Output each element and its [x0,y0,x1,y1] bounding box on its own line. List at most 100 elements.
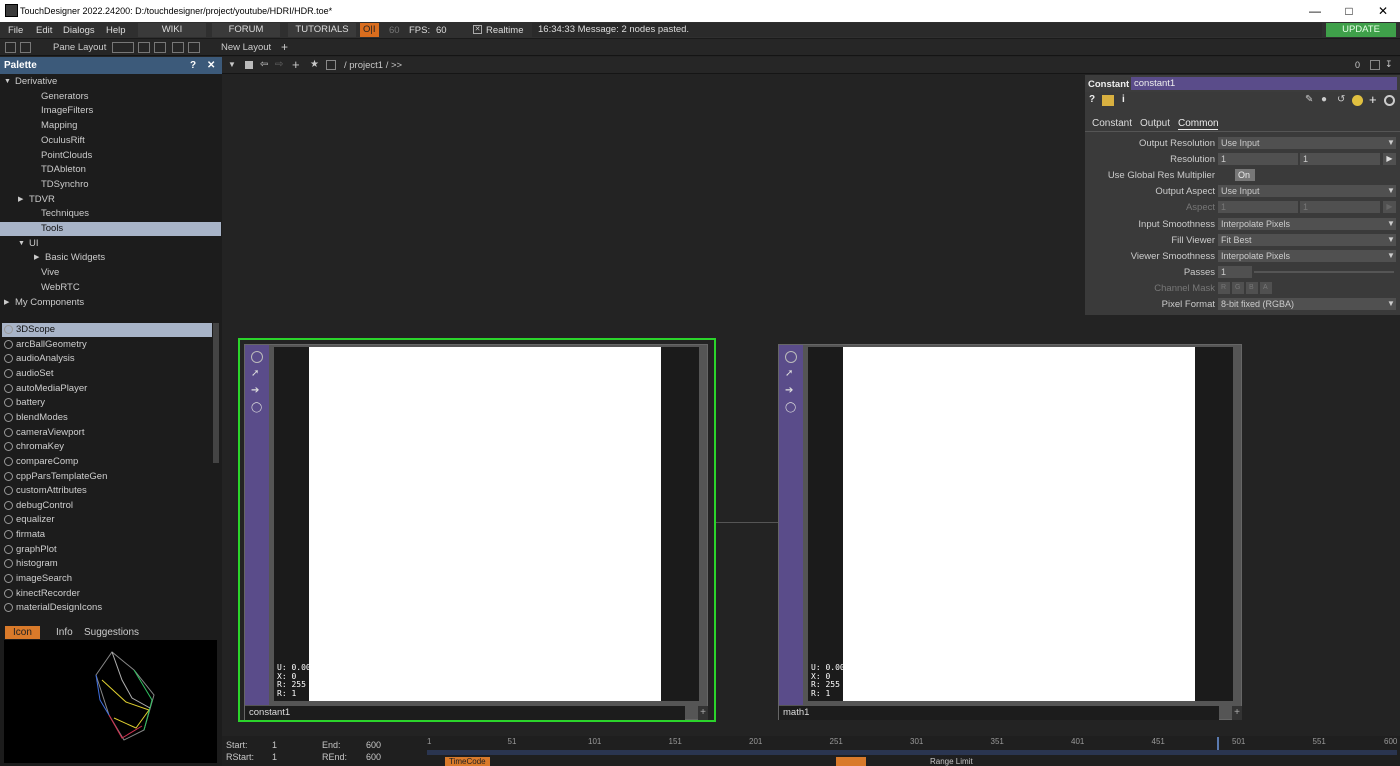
node-add-icon[interactable]: + [698,706,708,720]
component-histogram[interactable]: histogram [2,557,212,571]
dropdown-arrow-icon[interactable]: ▼ [1387,219,1395,228]
tree-item-imagefilters[interactable]: ImageFilters [0,104,221,118]
info-icon[interactable]: i [1122,94,1125,105]
reset-icon[interactable]: ↺ [1337,94,1345,105]
back-icon[interactable]: ⇦ [260,59,268,70]
dropdown-arrow-icon[interactable]: ▼ [1387,186,1395,195]
add-icon[interactable]: + [1369,92,1377,107]
help-icon[interactable]: ? [190,60,196,71]
dropdown-arrow-icon[interactable]: ▼ [1387,138,1395,147]
node-viewer[interactable]: U: 0.000 V: 0.000 X: 0 Y: 0 R: 255 G: 25… [808,347,1233,701]
layout-split-h-icon[interactable] [154,42,166,53]
param-menu[interactable]: Interpolate Pixels [1218,249,1396,262]
component-firmata[interactable]: firmata [2,528,212,542]
tab-info[interactable]: Info [52,626,77,639]
tree-item-generators[interactable]: Generators [0,90,221,104]
tree-item-ui[interactable]: ▼ UI [0,237,221,251]
target-icon[interactable] [1384,95,1395,106]
component-arcBallGeometry[interactable]: arcBallGeometry [2,338,212,352]
menu-file[interactable]: File [8,25,23,36]
start-value[interactable]: 1 [272,740,277,750]
tree-item-mapping[interactable]: Mapping [0,119,221,133]
component-scrollbar[interactable] [213,323,219,463]
tree-item-oculusrift[interactable]: OculusRift [0,134,221,148]
expand-arrow-icon[interactable]: ▶ [1383,153,1396,166]
tree-item-derivative[interactable]: ▼ Derivative [0,75,221,89]
param-menu[interactable]: Use Input [1218,185,1396,198]
param-field[interactable]: 1 [1218,153,1298,166]
tab-output[interactable]: Output [1140,118,1170,129]
component-kinectRecorder[interactable]: kinectRecorder [2,587,212,601]
new-layout-label[interactable]: New Layout [221,42,271,53]
tree-item-techniques[interactable]: Techniques [0,207,221,221]
collapsed-arrow-icon[interactable]: ▶ [18,193,23,207]
component-debugControl[interactable]: debugControl [2,499,212,513]
edit-icon[interactable]: ✎ [1305,94,1313,105]
layout-split-v-icon[interactable] [138,42,150,53]
tree-item-webrtc[interactable]: WebRTC [0,281,221,295]
timeline-range[interactable] [427,750,1397,755]
export-icon[interactable]: ➔ [251,385,263,397]
component-autoMediaPlayer[interactable]: autoMediaPlayer [2,382,212,396]
dropdown-arrow-icon[interactable]: ▼ [1387,299,1395,308]
component-compareComp[interactable]: compareComp [2,455,212,469]
playhead[interactable] [1217,737,1219,750]
dropdown-arrow-icon[interactable]: ▼ [1387,235,1395,244]
menu-arrow-icon[interactable]: ▼ [228,60,236,69]
range-limit-label[interactable]: Range Limit [930,757,973,766]
tree-item-vive[interactable]: Vive [0,266,221,280]
tree-item-tdsynchro[interactable]: TDSynchro [0,178,221,192]
collapsed-arrow-icon[interactable]: ▶ [4,296,9,310]
help-icon[interactable]: ? [1089,94,1095,105]
component-equalizer[interactable]: equalizer [2,513,212,527]
tutorials-button[interactable]: TUTORIALS [288,23,356,37]
rend-value[interactable]: 600 [366,752,381,762]
component-graphPlot[interactable]: graphPlot [2,543,212,557]
stop-icon[interactable] [245,61,253,69]
component-customAttributes[interactable]: customAttributes [2,484,212,498]
network-path[interactable]: / project1 / >> [344,60,402,71]
play-button[interactable] [836,757,866,766]
forum-button[interactable]: FORUM [212,23,280,37]
node-math1[interactable]: ➚ ➔ ◯ U: 0.000 V: 0.000 X: 0 Y: 0 R: 255… [778,344,1242,720]
viewer-icon[interactable] [785,351,797,363]
component-blendModes[interactable]: blendModes [2,411,212,425]
python-help-icon[interactable] [1102,95,1114,106]
component-cameraViewport[interactable]: cameraViewport [2,426,212,440]
end-value[interactable]: 600 [366,740,381,750]
anchor-icon[interactable] [20,42,31,53]
update-button[interactable]: UPDATE [1326,23,1396,37]
node-viewer[interactable]: U: 0.000 V: 0.000 X: 0 Y: 0 R: 255 G: 25… [274,347,699,701]
forward-icon[interactable]: ⇨ [275,59,283,70]
add-icon[interactable]: + [292,57,300,72]
tab-common[interactable]: Common [1178,118,1219,130]
node-constant1[interactable]: ➚ ➔ ◯ U: 0.000 V: 0.000 X: 0 Y: 0 R: 255… [244,344,708,720]
realtime-checkbox[interactable]: ✕ [473,25,482,34]
maximize-pane-icon[interactable] [1370,60,1380,70]
component-audioSet[interactable]: audioSet [2,367,212,381]
param-menu[interactable]: 8-bit fixed (RGBA) [1218,298,1396,310]
node-name[interactable]: constant1 [245,706,685,720]
component-battery[interactable]: battery [2,396,212,410]
component-cppParsTemplateGen[interactable]: cppParsTemplateGen [2,470,212,484]
component-audioAnalysis[interactable]: audioAnalysis [2,352,212,366]
split-pane-icon[interactable]: ↧ [1385,59,1393,70]
close-icon[interactable]: ✕ [1360,3,1400,19]
layout-single-icon[interactable] [112,42,134,53]
param-menu[interactable]: Interpolate Pixels [1218,217,1396,230]
lock-icon[interactable]: ◯ [251,402,263,414]
param-field[interactable]: 1 [1300,153,1380,166]
param-field[interactable]: 1 [1218,265,1252,278]
bypass-icon[interactable]: ➚ [251,368,263,380]
component-materialDesignIcons[interactable]: materialDesignIcons [2,601,212,615]
node-name[interactable]: math1 [779,706,1219,720]
add-layout-icon[interactable]: + [281,40,288,54]
tab-icon[interactable]: Icon [5,626,40,639]
export-icon[interactable]: ➔ [785,385,797,397]
fps-cap[interactable]: 60 [389,25,400,36]
menu-help[interactable]: Help [106,25,126,36]
python-icon[interactable] [1352,95,1363,106]
tab-constant[interactable]: Constant [1092,118,1132,129]
tab-suggestions[interactable]: Suggestions [80,626,143,639]
timeline-ruler[interactable]: 1 51 101 151 201 251 301 351 401 451 501 551 600 [427,736,1397,750]
